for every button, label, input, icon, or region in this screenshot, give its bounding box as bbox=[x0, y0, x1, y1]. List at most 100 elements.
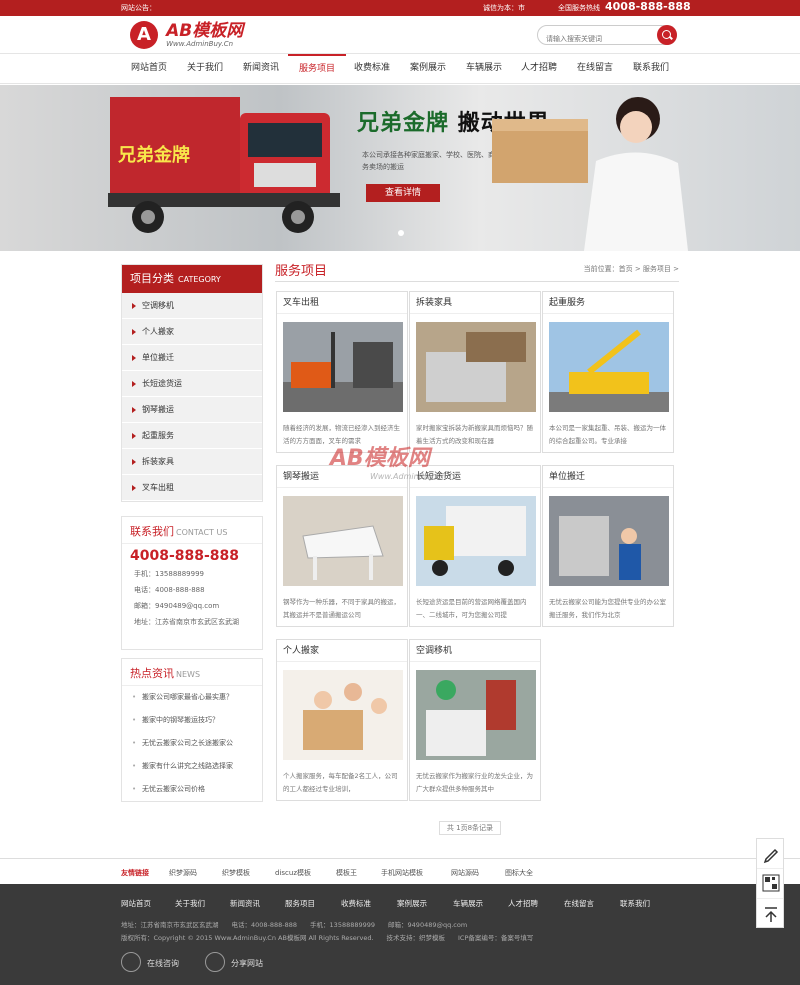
category-item[interactable]: 钢琴搬运 bbox=[122, 397, 262, 423]
logo-mark: A bbox=[130, 21, 158, 49]
friend-link[interactable]: 手机网站模板 bbox=[381, 868, 423, 878]
slide-dot[interactable] bbox=[398, 230, 404, 236]
category-item[interactable]: 个人搬家 bbox=[122, 319, 262, 345]
nav-item-contact[interactable]: 联系我们 bbox=[633, 54, 669, 84]
footer-nav-item[interactable]: 新闻资讯 bbox=[230, 898, 260, 909]
card-title[interactable]: 叉车出租 bbox=[277, 292, 407, 314]
contact-address: 地址：江苏省南京市玄武区玄武湖 bbox=[134, 618, 239, 626]
contact-tel: 电话：4008-888-888 bbox=[134, 586, 205, 594]
hotline-label: 全国服务热线 bbox=[558, 4, 600, 12]
news-title: 热点资讯 NEWS bbox=[122, 659, 262, 686]
search-icon[interactable] bbox=[657, 25, 677, 45]
friend-link[interactable]: 模板王 bbox=[336, 868, 357, 878]
piano-image bbox=[283, 496, 403, 586]
pagination[interactable]: 共 1页8条记录 bbox=[439, 821, 501, 835]
news-box: 热点资讯NEWS 搬家公司哪家最省心最实惠？ 搬家中的钢琴搬运技巧？ 无忧云搬家… bbox=[121, 658, 263, 802]
card-title[interactable]: 空调移机 bbox=[410, 640, 540, 662]
footer-nav-item[interactable]: 车辆展示 bbox=[453, 898, 483, 909]
banner-more-button[interactable]: 查看详情 bbox=[366, 184, 440, 202]
qrcode-icon[interactable] bbox=[757, 869, 783, 899]
search-input[interactable] bbox=[546, 35, 656, 43]
contact-box: 联系我们 CONTACT US 4008-888-888 手机：135888899… bbox=[121, 516, 263, 650]
truck-text: 兄弟金牌 bbox=[117, 144, 190, 166]
sidebar: 项目分类 CATEGORY 空调移机 个人搬家 单位搬迁 长短途货运 钢琴搬运 起… bbox=[121, 264, 263, 802]
share-icon[interactable] bbox=[205, 952, 225, 972]
footer-nav-item[interactable]: 服务项目 bbox=[285, 898, 315, 909]
category-item[interactable]: 叉车出租 bbox=[122, 475, 262, 501]
service-card[interactable]: 起重服务 本公司是一家集起重、吊装、搬运为一体的综合起重公司。专业承接 bbox=[542, 291, 674, 453]
nav-item-pricing[interactable]: 收费标准 bbox=[354, 54, 390, 84]
card-title[interactable]: 拆装家具 bbox=[410, 292, 540, 314]
nav-item-services[interactable]: 服务项目 bbox=[288, 54, 346, 84]
friend-link[interactable]: discuz模板 bbox=[275, 868, 311, 878]
friend-link[interactable]: 织梦源码 bbox=[169, 868, 197, 878]
footer-nav-item[interactable]: 网站首页 bbox=[121, 898, 151, 909]
footer-nav-item[interactable]: 联系我们 bbox=[620, 898, 650, 909]
category-box: 项目分类 CATEGORY 空调移机 个人搬家 单位搬迁 长短途货运 钢琴搬运 起… bbox=[121, 264, 263, 502]
edit-icon[interactable] bbox=[757, 839, 783, 869]
category-item[interactable]: 空调移机 bbox=[122, 293, 262, 319]
top-bar: 网站公告： 诚信为本：市 全国服务热线 4008-888-888 bbox=[0, 0, 800, 16]
card-desc: 本公司是一家集起重、吊装、搬运为一体的综合起重公司。专业承接 bbox=[549, 424, 666, 445]
nav-item-about[interactable]: 关于我们 bbox=[187, 54, 223, 84]
friend-link[interactable]: 图标大全 bbox=[505, 868, 533, 878]
truck-illustration: 兄弟金牌 bbox=[108, 97, 340, 233]
main-nav: 网站首页 关于我们 新闻资讯 服务项目 收费标准 案例展示 车辆展示 人才招聘 … bbox=[0, 54, 800, 84]
friend-links: 友情链接 织梦源码 织梦模板 discuz模板 模板王 手机网站模板 网站源码 … bbox=[0, 858, 800, 884]
family-moving-image bbox=[283, 670, 403, 760]
back-to-top-icon[interactable] bbox=[757, 899, 783, 929]
footer-nav-item[interactable]: 人才招聘 bbox=[508, 898, 538, 909]
site-logo[interactable]: A AB模板网 Www.AdminBuy.Cn bbox=[130, 21, 243, 49]
footer-nav-item[interactable]: 在线留言 bbox=[564, 898, 594, 909]
footer-nav-item[interactable]: 收费标准 bbox=[341, 898, 371, 909]
service-card[interactable]: 个人搬家 个人搬家服务，每车配备2名工人，公司的工人都经过专业培训， bbox=[276, 639, 408, 801]
nav-item-cases[interactable]: 案例展示 bbox=[410, 54, 446, 84]
card-desc: 钢琴作为一种乐器，不同于家具的搬运，其搬运并不是普通搬运公司 bbox=[283, 598, 400, 619]
card-desc: 个人搬家服务，每车配备2名工人，公司的工人都经过专业培训， bbox=[283, 772, 398, 793]
office-moving-image bbox=[549, 496, 669, 586]
footer-nav-item[interactable]: 关于我们 bbox=[175, 898, 205, 909]
watermark-logo: AB模板网 Www.AdminBuy.Cn bbox=[330, 446, 447, 481]
news-item[interactable]: 无忧云搬家公司之长途搬家公 bbox=[122, 732, 262, 755]
friend-link[interactable]: 网站源码 bbox=[451, 868, 479, 878]
service-card[interactable]: 钢琴搬运 钢琴作为一种乐器，不同于家具的搬运，其搬运并不是普通搬运公司 bbox=[276, 465, 408, 627]
forklift-image bbox=[283, 322, 403, 412]
card-title[interactable]: 个人搬家 bbox=[277, 640, 407, 662]
friend-link[interactable]: 织梦模板 bbox=[222, 868, 250, 878]
card-title[interactable]: 起重服务 bbox=[543, 292, 673, 314]
nav-item-vehicles[interactable]: 车辆展示 bbox=[466, 54, 502, 84]
footer-nav-item[interactable]: 案例展示 bbox=[397, 898, 427, 909]
category-item[interactable]: 单位搬迁 bbox=[122, 345, 262, 371]
online-consult-link[interactable]: 在线咨询 bbox=[147, 958, 179, 969]
service-card[interactable]: 叉车出租 随着经济的发展，物流已经渗入到经济生活的方方面面，叉车的需求 bbox=[276, 291, 408, 453]
header: A AB模板网 Www.AdminBuy.Cn bbox=[0, 16, 800, 54]
nav-item-home[interactable]: 网站首页 bbox=[131, 54, 167, 84]
chat-icon[interactable] bbox=[121, 952, 141, 972]
card-desc: 长短途货运是目前的营运网络覆盖国内一、二线城市，可为您搬公司提 bbox=[416, 598, 527, 619]
card-title[interactable]: 单位搬迁 bbox=[543, 466, 673, 488]
contact-phone: 4008-888-888 bbox=[130, 548, 240, 564]
nav-item-jobs[interactable]: 人才招聘 bbox=[521, 54, 557, 84]
news-item[interactable]: 搬家公司哪家最省心最实惠？ bbox=[122, 686, 262, 709]
share-site-link[interactable]: 分享网站 bbox=[231, 958, 263, 969]
service-card[interactable]: 单位搬迁 无忧云搬家公司能为您提供专业的办公室搬迁服务，我们作为北京 bbox=[542, 465, 674, 627]
service-card[interactable]: 长短途货运 长短途货运是目前的营运网络覆盖国内一、二线城市，可为您搬公司提 bbox=[409, 465, 541, 627]
service-card[interactable]: 拆装家具 家时搬家宝拆装为新搬家具而烦恼吗？随着生活方式的改变和现在器 bbox=[409, 291, 541, 453]
category-item[interactable]: 起重服务 bbox=[122, 423, 262, 449]
footer-contact-line: 地址：江苏省南京市玄武区玄武湖 电话：4008-888-888 手机：13588… bbox=[121, 921, 468, 929]
news-item[interactable]: 搬家有什么讲究之线路选择家 bbox=[122, 755, 262, 778]
footer: 网站首页 关于我们 新闻资讯 服务项目 收费标准 案例展示 车辆展示 人才招聘 … bbox=[0, 884, 800, 985]
nav-item-news[interactable]: 新闻资讯 bbox=[243, 54, 279, 84]
crane-image bbox=[549, 322, 669, 412]
category-item[interactable]: 长短途货运 bbox=[122, 371, 262, 397]
logo-name: AB模板网 bbox=[166, 21, 244, 41]
service-card[interactable]: 空调移机 无忧云搬家作为搬家行业的龙头企业，为广大群众提供多种服务其中 bbox=[409, 639, 541, 801]
nav-item-message[interactable]: 在线留言 bbox=[577, 54, 613, 84]
hero-banner: 兄弟金牌 兄弟金牌 搬动世界 本公司承接各种家庭搬家、学校、医院、商务楼的搬迁及… bbox=[0, 85, 800, 251]
welcome-text: 诚信为本：市 bbox=[483, 4, 525, 12]
news-item[interactable]: 搬家中的钢琴搬运技巧？ bbox=[122, 709, 262, 732]
breadcrumb[interactable]: 当前位置：首页 > 服务项目 > bbox=[584, 264, 679, 274]
slogan-part-a: 兄弟金牌 bbox=[357, 111, 450, 136]
news-item[interactable]: 无忧云搬家公司价格 bbox=[122, 778, 262, 801]
category-item[interactable]: 拆装家具 bbox=[122, 449, 262, 475]
